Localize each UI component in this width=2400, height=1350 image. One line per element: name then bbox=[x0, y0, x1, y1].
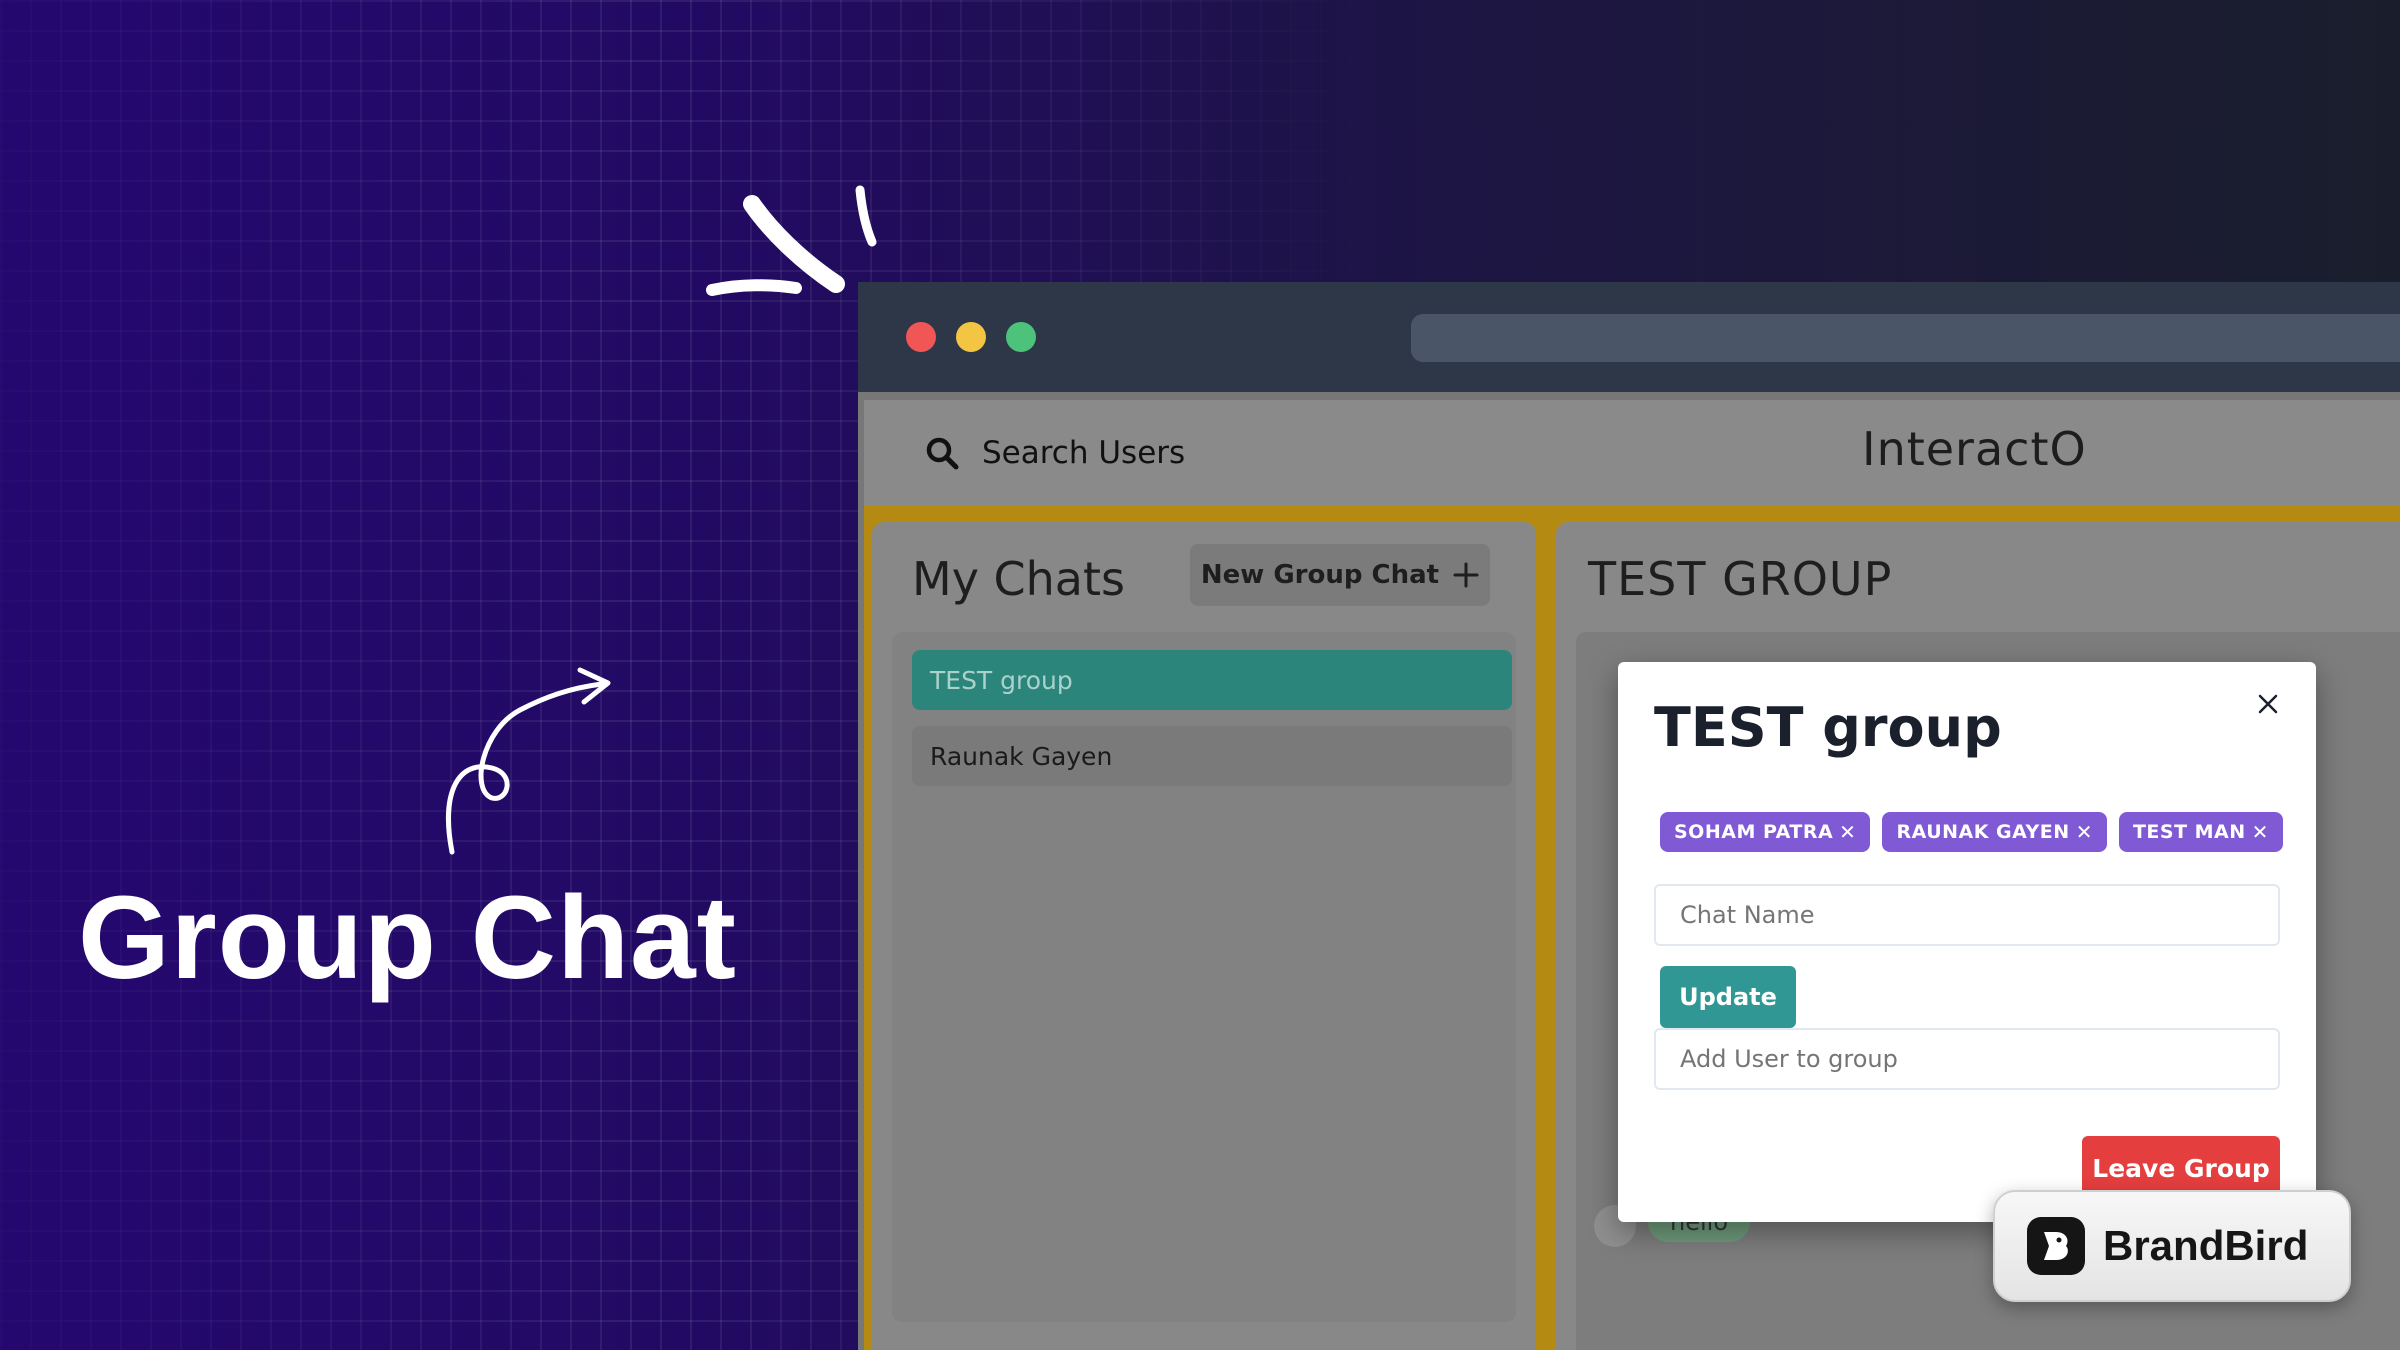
member-tags: SOHAM PATRA ✕ RAUNAK GAYEN ✕ TEST MAN ✕ bbox=[1660, 812, 2283, 852]
search-icon bbox=[926, 437, 959, 470]
conversation-title: TEST GROUP bbox=[1588, 552, 1893, 606]
new-group-chat-button[interactable]: New Group Chat bbox=[1190, 544, 1490, 606]
remove-member-icon[interactable]: ✕ bbox=[2076, 820, 2093, 844]
search-users-button[interactable]: Search Users bbox=[924, 428, 1185, 478]
close-modal-button[interactable] bbox=[2250, 686, 2286, 722]
minimize-window-dot[interactable] bbox=[956, 322, 986, 352]
remove-member-icon[interactable]: ✕ bbox=[1839, 820, 1856, 844]
chat-item-raunak-gayen[interactable]: Raunak Gayen bbox=[912, 726, 1512, 786]
my-chats-panel: My Chats New Group Chat TEST group Rauna… bbox=[872, 522, 1536, 1350]
app-header: Search Users InteractO bbox=[864, 400, 2400, 508]
member-tag[interactable]: RAUNAK GAYEN ✕ bbox=[1882, 812, 2107, 852]
chat-list: TEST group Raunak Gayen bbox=[892, 632, 1516, 1322]
remove-member-icon[interactable]: ✕ bbox=[2252, 820, 2269, 844]
brand-badge-label: BrandBird bbox=[2103, 1222, 2309, 1269]
curly-arrow-icon bbox=[446, 667, 611, 855]
app-title: InteractO bbox=[1862, 422, 2087, 476]
search-users-label: Search Users bbox=[982, 435, 1186, 471]
member-tag[interactable]: SOHAM PATRA ✕ bbox=[1660, 812, 1871, 852]
new-group-chat-label: New Group Chat bbox=[1200, 560, 1440, 590]
member-tag-label: SOHAM PATRA bbox=[1674, 821, 1834, 843]
chat-item-test-group[interactable]: TEST group bbox=[912, 650, 1512, 710]
member-tag-label: TEST MAN bbox=[2132, 821, 2246, 843]
my-chats-title: My Chats bbox=[912, 552, 1125, 606]
add-user-input[interactable] bbox=[1654, 1028, 2280, 1090]
member-tag-label: RAUNAK GAYEN bbox=[1896, 821, 2070, 843]
member-tag[interactable]: TEST MAN ✕ bbox=[2118, 812, 2283, 852]
chat-name-input[interactable] bbox=[1654, 884, 2280, 946]
address-bar[interactable] bbox=[1411, 314, 2400, 362]
close-icon bbox=[2258, 694, 2278, 714]
brand-badge: BrandBird bbox=[1993, 1190, 2351, 1302]
group-settings-modal: TEST group SOHAM PATRA ✕ RAUNAK GAYEN ✕ … bbox=[1618, 662, 2316, 1222]
modal-title: TEST group bbox=[1654, 696, 2002, 759]
hero-title: Group Chat bbox=[78, 872, 737, 1004]
browser-titlebar bbox=[858, 282, 2400, 392]
plus-icon bbox=[1453, 562, 1479, 588]
close-window-dot[interactable] bbox=[906, 322, 936, 352]
maximize-window-dot[interactable] bbox=[1006, 322, 1036, 352]
update-button[interactable]: Update bbox=[1660, 966, 1796, 1028]
brandbird-logo-icon bbox=[2027, 1217, 2085, 1275]
